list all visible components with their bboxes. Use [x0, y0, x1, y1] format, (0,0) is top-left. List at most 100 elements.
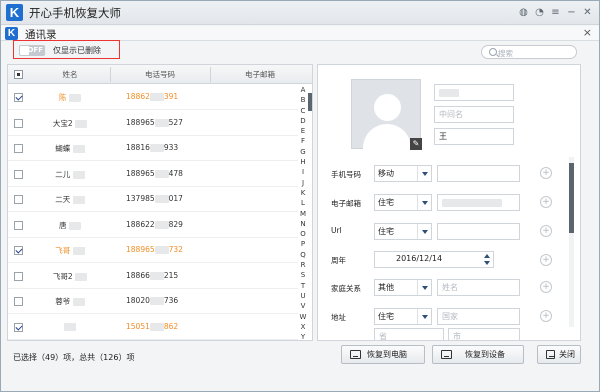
table-row[interactable]: 唐 188622 829 — [8, 213, 298, 238]
email-label: 电子邮箱 — [331, 199, 361, 208]
url-field[interactable] — [437, 223, 520, 240]
redacted-text — [154, 118, 169, 127]
row-checkbox[interactable] — [14, 322, 23, 332]
table-row[interactable]: 二儿 188965 478 — [8, 162, 298, 187]
minimize-icon[interactable]: − — [566, 7, 577, 18]
pencil-icon[interactable]: ✎ — [410, 138, 422, 150]
row-checkbox[interactable] — [14, 195, 23, 204]
detail-scrollbar[interactable] — [569, 157, 574, 327]
redacted-text — [64, 322, 76, 331]
address-type-select[interactable]: 住宅 — [374, 308, 432, 325]
restore-to-pc-button[interactable]: 恢复到电脑 — [341, 345, 425, 364]
detail-scrollbar-thumb[interactable] — [569, 163, 574, 233]
contact-name: 二天 — [30, 194, 110, 205]
email-type-select[interactable]: 住宅 — [374, 194, 432, 211]
contact-name: 二儿 — [30, 169, 110, 180]
contact-name: 蝴蝶 — [30, 143, 110, 154]
add-date-icon[interactable]: + — [540, 254, 552, 266]
relation-type-select[interactable]: 其他 — [374, 279, 432, 296]
add-phone-icon[interactable]: + — [540, 167, 552, 179]
table-row[interactable]: 15051 862 — [8, 315, 298, 340]
chevron-down-icon — [417, 224, 431, 239]
restore-to-pc-label: 恢复到电脑 — [367, 350, 407, 359]
row-checkbox[interactable] — [14, 220, 23, 230]
row-checkbox[interactable] — [14, 169, 23, 179]
chat-icon[interactable]: ◔ — [534, 7, 545, 18]
add-email-icon[interactable]: + — [540, 196, 552, 208]
avatar-body — [363, 124, 411, 150]
column-header-phone[interactable]: 电话号码 — [110, 69, 210, 80]
contact-avatar[interactable]: ✎ — [351, 79, 422, 150]
row-checkbox[interactable] — [14, 297, 23, 306]
url-type-value: 住宅 — [378, 227, 394, 236]
add-address-icon[interactable]: + — [540, 310, 552, 322]
table-row[interactable]: 蝴蝶 18816 933 — [8, 136, 298, 161]
column-header-name[interactable]: 姓名 — [30, 69, 110, 80]
row-checkbox[interactable] — [14, 246, 23, 255]
last-name-field[interactable]: 王 — [434, 128, 514, 145]
section-close-icon[interactable]: × — [583, 26, 592, 39]
redacted-text — [149, 271, 164, 280]
contact-phone: 18020 736 — [126, 296, 179, 305]
table-row[interactable]: 二天 137985 017 — [8, 187, 298, 212]
app-logo: K — [6, 4, 23, 21]
redacted-text — [154, 246, 169, 254]
email-field[interactable] — [437, 194, 520, 211]
row-checkbox[interactable] — [14, 271, 23, 281]
row-checkbox[interactable] — [14, 118, 23, 128]
redacted-text — [149, 93, 164, 101]
row-checkbox[interactable] — [14, 144, 23, 153]
table-row[interactable]: 陈 18862 391 — [8, 85, 298, 110]
address-label: 地址 — [331, 313, 346, 322]
table-row[interactable]: 大宝2 188965 527 — [8, 111, 298, 136]
relation-name-field[interactable]: 姓名 — [437, 279, 520, 296]
country-field[interactable]: 国家 — [437, 308, 520, 325]
city-field[interactable]: 市 — [448, 328, 520, 340]
contact-name: 飞哥 — [30, 245, 110, 256]
table-row[interactable]: 飞哥2 18866 215 — [8, 264, 298, 289]
search-icon — [489, 48, 497, 56]
address-type-value: 住宅 — [378, 312, 394, 321]
contact-name: 大宝2 — [30, 118, 110, 129]
computer-icon — [350, 350, 361, 359]
deleted-only-toggle[interactable]: OFF — [19, 45, 45, 56]
search-input[interactable]: 搜索 — [481, 45, 577, 59]
section-logo: K — [5, 27, 18, 40]
contact-phone: 18862 391 — [126, 92, 179, 101]
contact-phone: 188965 527 — [126, 117, 183, 127]
contact-phone: 188965 478 — [126, 168, 183, 178]
close-label: 关闭 — [559, 350, 575, 359]
url-type-select[interactable]: 住宅 — [374, 223, 432, 240]
close-button[interactable]: 关闭 — [537, 345, 581, 364]
selection-status: 已选择（49）项，总共（126）项 — [13, 353, 135, 362]
contact-name — [30, 322, 110, 331]
first-name-field[interactable] — [434, 84, 514, 101]
redacted-text — [72, 145, 85, 153]
contact-phone: 188622 829 — [126, 219, 183, 229]
select-all-checkbox[interactable] — [14, 70, 23, 79]
date-spinner-icon[interactable] — [484, 253, 490, 266]
contacts-table: 姓名 电话号码 电子邮箱 陈 18862 391 大宝2 188965 527 蝴蝶 1… — [7, 64, 313, 341]
menu-icon[interactable]: ≡ — [550, 7, 561, 18]
column-header-email[interactable]: 电子邮箱 — [210, 69, 310, 80]
table-scrollbar-thumb[interactable] — [308, 93, 312, 111]
add-relation-icon[interactable]: + — [540, 281, 552, 293]
redacted-text — [149, 297, 164, 305]
close-icon[interactable]: ✕ — [582, 7, 593, 18]
anniversary-date-input[interactable]: 2016/12/14 — [374, 251, 494, 268]
table-row[interactable]: 飞哥 188965 732 — [8, 238, 298, 263]
chevron-down-icon — [417, 309, 431, 324]
restore-to-device-button[interactable]: 恢复到设备 — [432, 345, 524, 364]
redacted-text — [72, 247, 85, 255]
province-field[interactable]: 省 — [374, 328, 444, 340]
wechat-icon[interactable]: ◍ — [518, 7, 529, 18]
redacted-text — [154, 195, 169, 203]
table-row[interactable]: 蓉爷 18020 736 — [8, 289, 298, 314]
phone-type-select[interactable]: 移动 — [374, 165, 432, 182]
middle-name-field[interactable]: 中间名 — [434, 106, 514, 123]
phone-field[interactable] — [437, 165, 520, 182]
row-checkbox[interactable] — [14, 93, 23, 102]
contact-phone: 18816 933 — [126, 143, 179, 152]
table-scrollbar[interactable] — [308, 85, 312, 340]
add-url-icon[interactable]: + — [540, 225, 552, 237]
